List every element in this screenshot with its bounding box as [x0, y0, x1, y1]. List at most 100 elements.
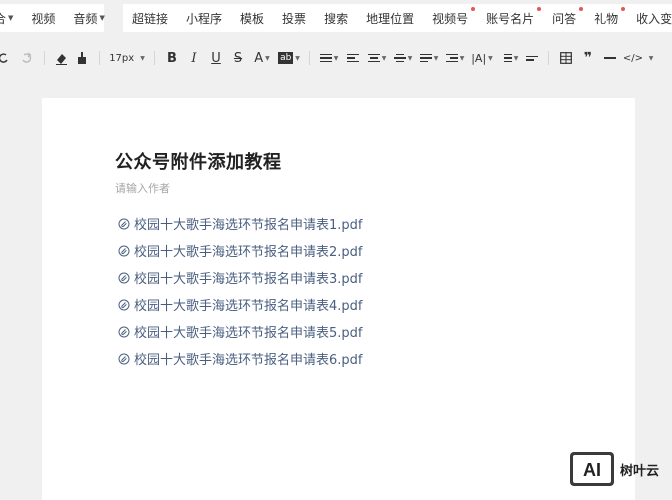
- code-button[interactable]: </>: [621, 46, 645, 70]
- list-button[interactable]: ▼: [496, 46, 522, 70]
- caret-down-icon: ▼: [8, 14, 14, 22]
- toolbar-divider: [99, 51, 100, 65]
- insert-group-features: 超链接 小程序 模板 投票 搜索 地理位置 视频号 账号名片 问答 礼物 收入变…: [123, 4, 672, 32]
- brand-name: 树叶云: [620, 463, 660, 479]
- new-badge-dot: [579, 7, 584, 11]
- insert-miniprogram-button[interactable]: 小程序: [177, 4, 231, 32]
- background-color-button[interactable]: ab ▼: [275, 46, 303, 70]
- attachment-link[interactable]: 校园十大歌手海选环节报名申请表3.pdf: [118, 264, 362, 291]
- caret-down-icon: ▼: [459, 54, 465, 62]
- highlight-icon: ab: [278, 52, 294, 64]
- editor-page[interactable]: 公众号附件添加教程 请输入作者 校园十大歌手海选环节报名申请表1.pdf 校园十…: [42, 98, 635, 500]
- attachment-list: 校园十大歌手海选环节报名申请表1.pdf 校园十大歌手海选环节报名申请表2.pd…: [118, 210, 362, 372]
- strikethrough-icon: S: [233, 50, 243, 66]
- underline-button[interactable]: U: [205, 46, 227, 70]
- insert-toolbar: 合 ▼ 视频 音频 ▼ 超链接 小程序 模板 投票 搜索 地理位置 视频号 账号名片…: [0, 0, 672, 36]
- caret-down-icon: ▼: [265, 54, 270, 62]
- align-center-button[interactable]: ▼: [364, 46, 390, 70]
- insert-location-button[interactable]: 地理位置: [357, 4, 423, 32]
- attachment-link[interactable]: 校园十大歌手海选环节报名申请表1.pdf: [118, 210, 362, 237]
- indent-icon: [445, 52, 458, 65]
- insert-group-media: 合 ▼ 视频 音频 ▼: [0, 4, 105, 32]
- strikethrough-button[interactable]: S: [227, 46, 249, 70]
- caret-down-icon: ▼: [333, 54, 339, 62]
- new-badge-dot: [537, 7, 542, 11]
- format-painter-button[interactable]: [51, 46, 71, 70]
- caret-down-icon: ▼: [513, 54, 519, 62]
- paperclip-icon: [118, 245, 130, 256]
- line-height-button[interactable]: ▼: [416, 46, 442, 70]
- watermark: AI 树叶云: [570, 452, 659, 486]
- quote-button[interactable]: ❞: [577, 46, 599, 70]
- quote-icon: ❞: [583, 50, 593, 66]
- insert-qa-button[interactable]: 问答: [543, 4, 585, 32]
- font-size-select[interactable]: 17px ▼: [106, 46, 148, 70]
- insert-account-card-button[interactable]: 账号名片: [477, 4, 543, 32]
- brush-icon: [78, 52, 86, 64]
- paragraph-icon: [526, 54, 538, 63]
- undo-icon: [0, 53, 8, 63]
- caret-down-icon: ▼: [99, 14, 105, 22]
- article-title[interactable]: 公众号附件添加教程: [115, 148, 282, 174]
- font-color-button[interactable]: A ▼: [249, 46, 275, 70]
- horizontal-rule-icon: [604, 57, 616, 59]
- toolbar-divider: [44, 51, 45, 65]
- more-format-button[interactable]: [522, 46, 542, 70]
- italic-button[interactable]: I: [183, 46, 205, 70]
- caret-down-icon: ▼: [433, 54, 439, 62]
- align-justify-icon: [319, 52, 332, 65]
- table-button[interactable]: [555, 46, 577, 70]
- insert-channels-button[interactable]: 视频号: [423, 4, 477, 32]
- toolbar-divider: [154, 51, 155, 65]
- clear-format-button[interactable]: [71, 46, 93, 70]
- attachment-link[interactable]: 校园十大歌手海选环节报名申请表2.pdf: [118, 237, 362, 264]
- insert-template-button[interactable]: 模板: [231, 4, 273, 32]
- line-height-icon: [419, 52, 432, 65]
- divider-button[interactable]: [599, 46, 621, 70]
- attachment-link[interactable]: 校园十大歌手海选环节报名申请表4.pdf: [118, 291, 362, 318]
- insert-hyperlink-button[interactable]: 超链接: [123, 4, 177, 32]
- svg-text:AI: AI: [583, 460, 601, 480]
- table-icon: [560, 52, 572, 64]
- insert-audio-button[interactable]: 音频 ▼: [64, 4, 113, 32]
- undo-button[interactable]: [0, 46, 10, 70]
- paperclip-icon: [118, 326, 130, 337]
- insert-monetize-button[interactable]: 收入变现▼: [627, 4, 672, 32]
- indent-button[interactable]: ▼: [442, 46, 468, 70]
- insert-gift-button[interactable]: 礼物: [585, 4, 627, 32]
- underline-icon: U: [211, 50, 221, 66]
- more-tools-button[interactable]: ▼: [645, 46, 655, 70]
- align-button[interactable]: ▼: [316, 46, 342, 70]
- insert-search-button[interactable]: 搜索: [315, 4, 357, 32]
- toolbar-divider: [548, 51, 549, 65]
- align-left-icon: [347, 52, 359, 65]
- paperclip-icon: [118, 353, 130, 364]
- letter-spacing-icon: |A|: [471, 51, 487, 65]
- redo-button[interactable]: [16, 46, 38, 70]
- vertical-spacing-button[interactable]: ▼: [390, 46, 416, 70]
- author-input[interactable]: 请输入作者: [115, 180, 170, 196]
- font-color-icon: A: [254, 50, 264, 66]
- letter-spacing-button[interactable]: |A| ▼: [468, 46, 496, 70]
- paperclip-icon: [118, 299, 130, 310]
- paperclip-icon: [118, 218, 130, 229]
- caret-down-icon: ▼: [140, 54, 145, 62]
- align-center-icon: [367, 52, 380, 65]
- caret-down-icon: ▼: [488, 54, 493, 62]
- insert-item-partial[interactable]: 合 ▼: [0, 4, 22, 32]
- insert-video-button[interactable]: 视频: [22, 4, 64, 32]
- caret-down-icon: ▼: [295, 54, 300, 62]
- align-left-button[interactable]: [342, 46, 364, 70]
- paperclip-icon: [118, 272, 130, 283]
- vertical-spacing-icon: [393, 52, 406, 65]
- attachment-link[interactable]: 校园十大歌手海选环节报名申请表5.pdf: [118, 318, 362, 345]
- attachment-link[interactable]: 校园十大歌手海选环节报名申请表6.pdf: [118, 345, 362, 372]
- caret-down-icon: ▼: [381, 54, 387, 62]
- code-icon: </>: [622, 52, 644, 64]
- new-badge-dot: [471, 7, 476, 11]
- redo-icon: [22, 52, 32, 63]
- format-toolbar: 17px ▼ B I U S A ▼ ab ▼ ▼ ▼ ▼ ▼ ▼ |A| ▼ ▼: [0, 36, 672, 80]
- insert-vote-button[interactable]: 投票: [273, 4, 315, 32]
- caret-down-icon: ▼: [648, 54, 654, 62]
- bold-button[interactable]: B: [161, 46, 183, 70]
